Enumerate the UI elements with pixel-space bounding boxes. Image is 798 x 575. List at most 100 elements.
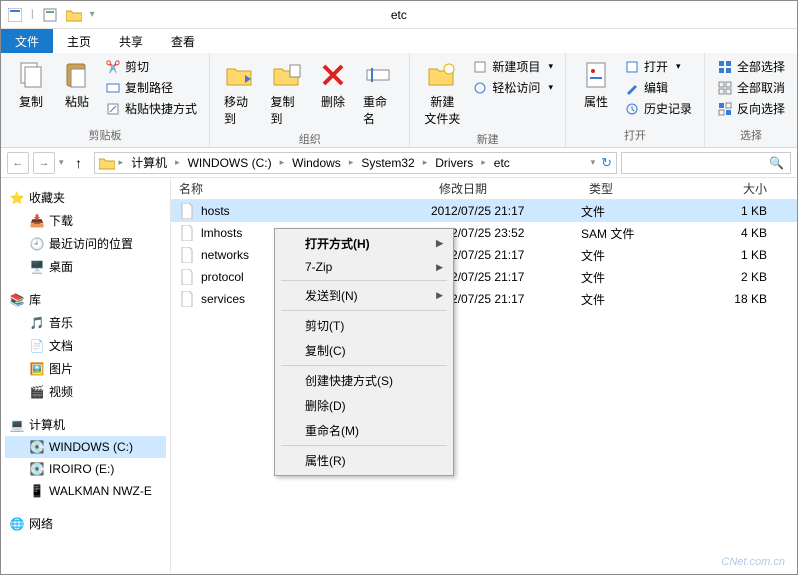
menu-item[interactable]: 属性(R) xyxy=(277,448,451,473)
select-none-icon xyxy=(717,80,733,96)
qa-chevron-icon[interactable]: ▾ xyxy=(90,9,95,20)
crumb-etc[interactable]: etc xyxy=(490,156,514,170)
qa-newfolder-icon[interactable] xyxy=(66,7,82,23)
address-bar[interactable]: ▸ 计算机▸ WINDOWS (C:)▸ Windows▸ System32▸ … xyxy=(94,152,617,174)
open-icon xyxy=(624,59,640,75)
sidebar-item-desktop[interactable]: 🖥️桌面 xyxy=(5,255,166,278)
tab-file[interactable]: 文件 xyxy=(1,29,53,53)
ribbon-tabs: 文件 主页 共享 查看 xyxy=(1,29,797,53)
crumb-drivers[interactable]: Drivers xyxy=(431,156,477,170)
chevron-right-icon[interactable]: ▸ xyxy=(421,157,430,168)
chevron-right-icon[interactable]: ▸ xyxy=(278,157,287,168)
menu-item[interactable]: 剪切(T) xyxy=(277,313,451,338)
sidebar-item-music[interactable]: 🎵音乐 xyxy=(5,311,166,334)
tab-home[interactable]: 主页 xyxy=(53,29,105,53)
properties-button[interactable]: 属性 xyxy=(576,57,616,112)
menu-item[interactable]: 7-Zip▶ xyxy=(277,256,451,278)
crumb-windows[interactable]: Windows xyxy=(288,156,345,170)
nav-forward-button[interactable]: → xyxy=(33,152,55,174)
menu-item[interactable]: < path d="M1 2 L7 0 L13 2 L13 7 Q13 13 7… xyxy=(277,393,451,418)
menu-item[interactable]: 打开方式(H)▶ xyxy=(277,231,451,256)
history-button[interactable]: 历史记录 xyxy=(622,99,694,118)
new-folder-button[interactable]: 新建 文件夹 xyxy=(420,57,464,129)
cut-button[interactable]: ✂️剪切 xyxy=(103,57,199,76)
menu-item[interactable]: 复制(C) xyxy=(277,338,451,363)
nav-recent-dropdown[interactable]: ▾ xyxy=(59,157,64,168)
header-name[interactable]: 名称 xyxy=(171,177,431,200)
sidebar-item-recent[interactable]: 🕘最近访问的位置 xyxy=(5,232,166,255)
table-row[interactable]: services2012/07/25 21:17文件18 KB xyxy=(171,288,797,310)
menu-item[interactable]: < path d="M1 2 L7 0 L13 2 L13 7 Q13 13 7… xyxy=(277,418,451,443)
table-row[interactable]: hosts2012/07/25 21:17文件1 KB xyxy=(171,200,797,222)
new-item-button[interactable]: 新建项目▾ xyxy=(470,57,555,76)
file-list[interactable]: hosts2012/07/25 21:17文件1 KBlmhosts2012/0… xyxy=(171,200,797,573)
search-icon: 🔍 xyxy=(769,156,784,170)
chevron-right-icon[interactable]: ▸ xyxy=(347,157,356,168)
sidebar-item-walkman[interactable]: 📱WALKMAN NWZ-E xyxy=(5,480,166,502)
file-icon xyxy=(179,269,195,285)
chevron-right-icon[interactable]: ▸ xyxy=(173,157,182,168)
rename-button[interactable]: 重命名 xyxy=(359,57,399,129)
sidebar-network[interactable]: 🌐网络 xyxy=(5,512,166,535)
qa-properties-icon[interactable] xyxy=(42,7,58,23)
tab-view[interactable]: 查看 xyxy=(157,29,209,53)
select-none-button[interactable]: 全部取消 xyxy=(715,78,787,97)
menu-separator xyxy=(281,280,447,281)
crumb-c[interactable]: WINDOWS (C:) xyxy=(184,156,276,170)
copy-to-button[interactable]: 复制到 xyxy=(266,57,306,129)
crumb-system32[interactable]: System32 xyxy=(357,156,418,170)
sidebar-item-documents[interactable]: 📄文档 xyxy=(5,334,166,357)
table-row[interactable]: networks2012/07/25 21:17文件1 KB xyxy=(171,244,797,266)
edit-button[interactable]: 编辑 xyxy=(622,78,694,97)
copy-button[interactable]: 复制 xyxy=(11,57,51,112)
table-row[interactable]: lmhosts2012/07/25 23:52SAM 文件4 KB xyxy=(171,222,797,244)
file-size: 2 KB xyxy=(701,270,797,284)
menu-item[interactable]: 发送到(N)▶ xyxy=(277,283,451,308)
nav-back-button[interactable]: ← xyxy=(7,152,29,174)
header-date[interactable]: 修改日期 xyxy=(431,177,581,200)
refresh-icon[interactable]: ↻ xyxy=(601,155,612,171)
select-all-button[interactable]: 全部选择 xyxy=(715,57,787,76)
copy-path-button[interactable]: 复制路径 xyxy=(103,78,199,97)
sidebar-item-videos[interactable]: 🎬视频 xyxy=(5,380,166,403)
drive-icon: 💽 xyxy=(29,461,45,477)
open-button[interactable]: 打开▾ xyxy=(622,57,694,76)
sidebar-item-drive-e[interactable]: 💽IROIRO (E:) xyxy=(5,458,166,480)
easy-access-button[interactable]: 轻松访问▾ xyxy=(470,78,555,97)
search-input[interactable]: 🔍 xyxy=(621,152,791,174)
table-row[interactable]: protocol2012/07/25 21:17文件2 KB xyxy=(171,266,797,288)
move-to-button[interactable]: 移动到 xyxy=(220,57,260,129)
paste-button[interactable]: 粘贴 xyxy=(57,57,97,112)
address-dropdown-icon[interactable]: ▾ xyxy=(591,157,596,168)
sidebar-libraries[interactable]: 📚库 xyxy=(5,288,166,311)
device-icon: 📱 xyxy=(29,483,45,499)
context-menu: 打开方式(H)▶7-Zip▶ 发送到(N)▶ 剪切(T)复制(C) 创建快捷方式(S)… xyxy=(274,228,454,476)
paste-shortcut-button[interactable]: 粘贴快捷方式 xyxy=(103,99,199,118)
file-icon xyxy=(179,247,195,263)
chevron-right-icon[interactable]: ▸ xyxy=(117,157,126,168)
sidebar-item-pictures[interactable]: 🖼️图片 xyxy=(5,357,166,380)
file-name: services xyxy=(201,292,245,306)
file-icon xyxy=(179,203,195,219)
delete-button[interactable]: 删除 xyxy=(313,57,353,112)
file-name: protocol xyxy=(201,270,244,284)
header-size[interactable]: 大小 xyxy=(701,177,797,200)
nav-up-button[interactable]: ↑ xyxy=(68,152,90,174)
file-icon xyxy=(179,291,195,307)
header-type[interactable]: 类型 xyxy=(581,177,701,200)
menu-item-label: 重命名(M) xyxy=(305,422,359,439)
title-bar: | ▾ etc xyxy=(1,1,797,29)
invert-selection-button[interactable]: 反向选择 xyxy=(715,99,787,118)
favorites-icon: ⭐ xyxy=(9,190,25,206)
sidebar-item-drive-c[interactable]: 💽WINDOWS (C:) xyxy=(5,436,166,458)
chevron-right-icon[interactable]: ▸ xyxy=(479,157,488,168)
app-menu-icon[interactable] xyxy=(7,7,23,23)
sidebar-item-downloads[interactable]: 📥下载 xyxy=(5,209,166,232)
sidebar-favorites[interactable]: ⭐收藏夹 xyxy=(5,186,166,209)
properties-icon xyxy=(580,59,612,91)
sidebar-computer[interactable]: 💻计算机 xyxy=(5,413,166,436)
pictures-icon: 🖼️ xyxy=(29,361,45,377)
tab-share[interactable]: 共享 xyxy=(105,29,157,53)
menu-item[interactable]: 创建快捷方式(S) xyxy=(277,368,451,393)
crumb-computer[interactable]: 计算机 xyxy=(127,154,171,171)
